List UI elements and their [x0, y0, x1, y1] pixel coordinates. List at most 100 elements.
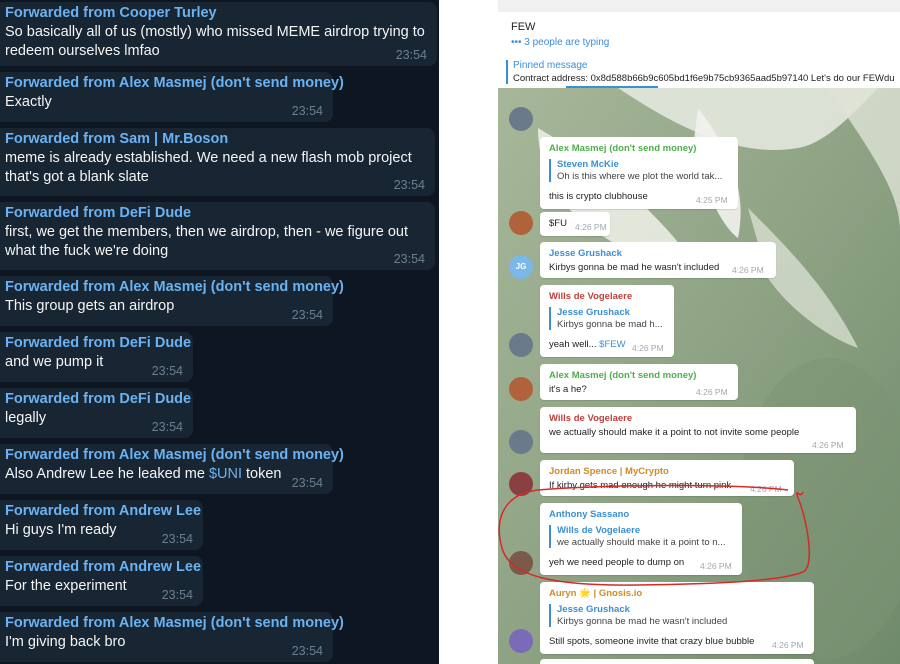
avatar-initials[interactable]: JG: [509, 255, 533, 279]
message-time: 23:54: [161, 588, 193, 602]
pinned-label: Pinned message: [513, 60, 588, 71]
avatar[interactable]: [509, 211, 533, 235]
sender-name[interactable]: Wills de Vogelaere: [549, 291, 632, 302]
message-bubble[interactable]: Forwarded from Alex Masmej (don't send m…: [0, 276, 344, 326]
message-text: This group gets an airdrop: [5, 298, 175, 314]
message-text: Hi guys I'm ready: [5, 522, 117, 538]
few-token-link[interactable]: $FEW: [599, 339, 625, 350]
message-bubble[interactable]: Forwarded from Andrew Lee Hi guys I'm re…: [0, 500, 203, 550]
message-text: first, we get the members, then we airdr…: [5, 224, 408, 259]
sender-name[interactable]: Alex Masmej (don't send money): [549, 370, 696, 381]
message-bubble[interactable]: Jesse Grushack Kirbys gonna be mad he wa…: [540, 242, 776, 278]
message-bubble[interactable]: Forwarded from DeFi Dude legally 23:54: [0, 388, 193, 438]
message-bubble[interactable]: Forwarded from Cooper Turley So basicall…: [0, 2, 437, 66]
reply-quote[interactable]: Steven McKie Oh is this where we plot th…: [549, 159, 722, 182]
pinned-text: Contract address: 0x8d588b66b9c605bd1f6e…: [513, 73, 895, 84]
message-text: $FU: [549, 218, 567, 229]
message-bubble[interactable]: Forwarded from Sam | Mr.Boson meme is al…: [0, 128, 435, 196]
forwarded-from-label[interactable]: Forwarded from Andrew Lee: [5, 503, 201, 519]
avatar[interactable]: [509, 629, 533, 653]
forwarded-chat-panel: Forwarded from Cooper Turley So basicall…: [0, 0, 439, 664]
message-time: 23:54: [291, 104, 323, 118]
message-time: 23:54: [395, 48, 427, 62]
message-text: we actually should make it a point to no…: [549, 427, 800, 438]
message-time: 23:54: [291, 308, 323, 322]
message-time: 4:26 PM: [732, 265, 764, 275]
typing-indicator: ••• 3 people are typing: [511, 37, 610, 48]
avatar[interactable]: [509, 472, 533, 496]
message-bubble[interactable]: Forwarded from Andrew Lee For the experi…: [0, 556, 203, 606]
message-text: Also Andrew Lee he leaked me $UNI token: [5, 466, 282, 482]
avatar[interactable]: [509, 107, 533, 131]
message-time: 4:26 PM: [772, 640, 804, 650]
chat-header[interactable]: FEW ••• 3 people are typing: [498, 0, 900, 57]
message-text: meme is already established. We need a n…: [5, 150, 412, 185]
avatar[interactable]: [509, 430, 533, 454]
message-text: legally: [5, 410, 47, 426]
reply-sender: Jesse Grushack: [557, 307, 630, 318]
group-chat-panel: FEW ••• 3 people are typing Pinned messa…: [498, 0, 900, 664]
message-text: yeh we need people to dump on: [549, 557, 685, 568]
forwarded-from-label[interactable]: Forwarded from Alex Masmej (don't send m…: [5, 75, 344, 91]
message-bubble[interactable]: Anthony Sassano Wills de Vogelaere we ac…: [540, 503, 742, 575]
message-time: 4:26 PM: [696, 387, 728, 397]
reply-text: Kirbys gonna be mad h...: [557, 319, 663, 330]
sender-name[interactable]: Auryn 🌟 | Gnosis.io: [549, 588, 642, 599]
forwarded-from-label[interactable]: Forwarded from DeFi Dude: [5, 205, 191, 221]
reply-text: Oh is this where we plot the world tak..…: [557, 171, 723, 182]
message-bubble[interactable]: Forwarded from DeFi Dude and we pump it …: [0, 332, 193, 382]
message-text: I'm giving back bro: [5, 634, 126, 650]
forwarded-from-label[interactable]: Forwarded from Cooper Turley: [5, 5, 217, 21]
sender-name[interactable]: Anthony Sassano: [549, 509, 629, 520]
message-time: 4:26 PM: [700, 561, 732, 571]
pinned-message-bar[interactable]: Pinned message Contract address: 0x8d588…: [498, 56, 900, 88]
message-bubble[interactable]: Alex Masmej (don't send money) Steven Mc…: [540, 137, 738, 209]
forwarded-from-label[interactable]: Forwarded from Alex Masmej (don't send m…: [5, 447, 344, 463]
uni-token-link[interactable]: $UNI: [209, 466, 242, 482]
message-bubble[interactable]: Wills de Vogelaere we actually should ma…: [540, 407, 856, 453]
sender-name[interactable]: Alex Masmej (don't send money): [549, 143, 696, 154]
message-text: yeah well... $FEW: [549, 339, 626, 350]
pinned-accent-bar: [506, 60, 508, 84]
avatar[interactable]: [509, 551, 533, 575]
message-time: 23:54: [161, 532, 193, 546]
message-text: it's a he?: [549, 384, 587, 395]
sender-name[interactable]: Wills de Vogelaere: [549, 413, 632, 424]
forwarded-from-label[interactable]: Forwarded from DeFi Dude: [5, 391, 191, 407]
sender-name[interactable]: Jesse Grushack: [549, 248, 622, 259]
reply-sender: Wills de Vogelaere: [557, 525, 641, 536]
message-bubble[interactable]: Forwarded from Alex Masmej (don't send m…: [0, 72, 344, 122]
message-bubble[interactable]: Jordan Spence | MyCrypto If kirby gets m…: [540, 460, 794, 496]
message-bubble[interactable]: Auryn 🌟 | Gnosis.io Jesse Grushack Kirby…: [540, 582, 814, 654]
message-bubble[interactable]: Alex Masmej (don't send money) it's a he…: [540, 364, 738, 400]
message-bubble[interactable]: Forwarded from Alex Masmej (don't send m…: [0, 444, 344, 494]
message-time: 23:54: [393, 178, 425, 192]
sender-name[interactable]: Jordan Spence | MyCrypto: [549, 466, 669, 477]
message-bubble[interactable]: Wills de Vogelaere Jesse Grushack Kirbys…: [540, 285, 674, 357]
reply-quote[interactable]: Wills de Vogelaere we actually should ma…: [549, 525, 725, 548]
message-text: So basically all of us (mostly) who miss…: [5, 24, 425, 59]
message-text: this is crypto clubhouse: [549, 191, 648, 202]
message-time: 4:26 PM: [632, 343, 664, 353]
forwarded-from-label[interactable]: Forwarded from Alex Masmej (don't send m…: [5, 279, 344, 295]
message-text: For the experiment: [5, 578, 127, 594]
message-time: 23:54: [151, 420, 183, 434]
reply-quote[interactable]: Jesse Grushack Kirbys gonna be mad he wa…: [549, 604, 727, 627]
forwarded-from-label[interactable]: Forwarded from Alex Masmej (don't send m…: [5, 615, 344, 631]
message-time: 4:26 PM: [750, 484, 782, 494]
message-bubble[interactable]: Forwarded from Alex Masmej (don't send m…: [0, 612, 344, 662]
message-bubble[interactable]: $FU 4:26 PM: [540, 212, 610, 236]
message-text: and we pump it: [5, 354, 104, 370]
message-time: 23:54: [291, 644, 323, 658]
chat-title[interactable]: FEW: [511, 21, 535, 33]
message-bubble-partial[interactable]: [540, 659, 814, 664]
forwarded-from-label[interactable]: Forwarded from Andrew Lee: [5, 559, 201, 575]
avatar[interactable]: [509, 377, 533, 401]
forwarded-from-label[interactable]: Forwarded from Sam | Mr.Boson: [5, 131, 228, 147]
reply-quote[interactable]: Jesse Grushack Kirbys gonna be mad h...: [549, 307, 663, 330]
avatar[interactable]: [509, 333, 533, 357]
forwarded-from-label[interactable]: Forwarded from DeFi Dude: [5, 335, 191, 351]
message-time: 4:26 PM: [575, 222, 607, 232]
reply-sender: Jesse Grushack: [557, 604, 630, 615]
message-bubble[interactable]: Forwarded from DeFi Dude first, we get t…: [0, 202, 435, 270]
